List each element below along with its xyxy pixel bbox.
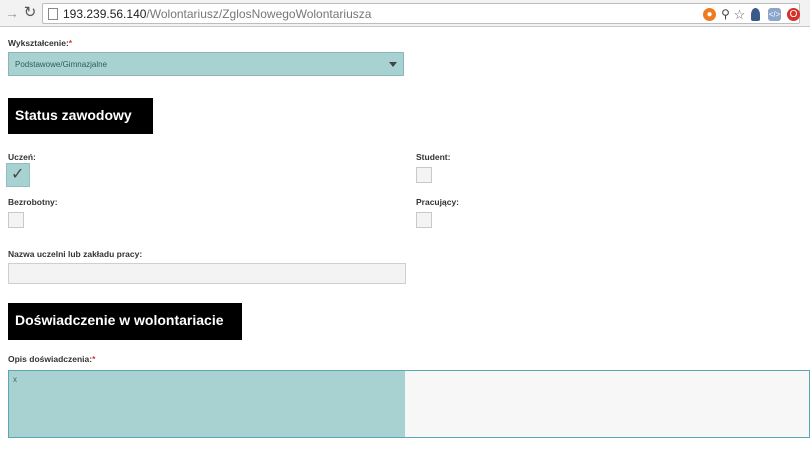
- url-text[interactable]: 193.239.56.140/Wolontariusz/ZglosNowegoW…: [63, 7, 371, 21]
- checkbox-pracujacy[interactable]: [416, 212, 432, 228]
- code-extension-icon[interactable]: </>: [768, 8, 781, 21]
- checkmark-icon: ✓: [11, 166, 25, 183]
- checkbox-label-pracujacy: Pracujący:: [416, 197, 459, 207]
- textarea-focus-fill: [9, 371, 405, 437]
- experience-description-label-text: Opis doświadczenia:: [8, 354, 93, 364]
- page-icon: [48, 8, 58, 20]
- checkbox-label-uczen: Uczeń:: [8, 152, 36, 162]
- education-select[interactable]: Podstawowe/Gimnazjalne: [8, 52, 404, 76]
- url-path: /Wolontariusz/ZglosNowegoWolontariusza: [146, 7, 372, 21]
- bookmark-star-icon[interactable]: ☆: [733, 8, 746, 21]
- checkbox-bezrobotny[interactable]: [8, 212, 24, 228]
- required-mark: *: [92, 354, 96, 364]
- user-extension-icon[interactable]: [751, 8, 760, 21]
- extension-orange-icon[interactable]: ●: [703, 8, 716, 21]
- education-label-text: Wykształcenie:: [8, 38, 69, 48]
- checkbox-student[interactable]: [416, 167, 432, 183]
- section-title-experience: Doświadczenie w wolontariacie: [8, 303, 242, 340]
- opera-extension-icon[interactable]: O: [787, 8, 800, 21]
- checkbox-label-student: Student:: [416, 152, 451, 162]
- section-title-status: Status zawodowy: [8, 98, 153, 134]
- workplace-input[interactable]: [8, 263, 406, 284]
- reload-icon[interactable]: ↻: [22, 5, 38, 21]
- browser-toolbar: → ↻ 193.239.56.140/Wolontariusz/ZglosNow…: [0, 0, 810, 27]
- address-bar[interactable]: 193.239.56.140/Wolontariusz/ZglosNowegoW…: [42, 3, 800, 24]
- experience-description-value: x: [13, 375, 17, 384]
- education-select-value: Podstawowe/Gimnazjalne: [15, 60, 108, 69]
- section-title-experience-text: Doświadczenie w wolontariacie: [15, 312, 224, 328]
- checkbox-label-bezrobotny: Bezrobotny:: [8, 197, 58, 207]
- forward-arrow-icon[interactable]: →: [4, 5, 20, 21]
- education-label: Wykształcenie:*: [8, 38, 72, 48]
- key-icon[interactable]: ⚲: [719, 8, 732, 21]
- experience-description-textarea[interactable]: x: [8, 370, 810, 438]
- chevron-down-icon: [389, 62, 397, 67]
- experience-description-label: Opis doświadczenia:*: [8, 354, 95, 364]
- section-title-status-text: Status zawodowy: [15, 107, 132, 123]
- checkbox-uczen[interactable]: ✓: [6, 163, 30, 187]
- required-mark: *: [68, 38, 73, 48]
- url-host: 193.239.56.140: [63, 7, 147, 21]
- workplace-label: Nazwa uczelni lub zakładu pracy:: [8, 249, 143, 259]
